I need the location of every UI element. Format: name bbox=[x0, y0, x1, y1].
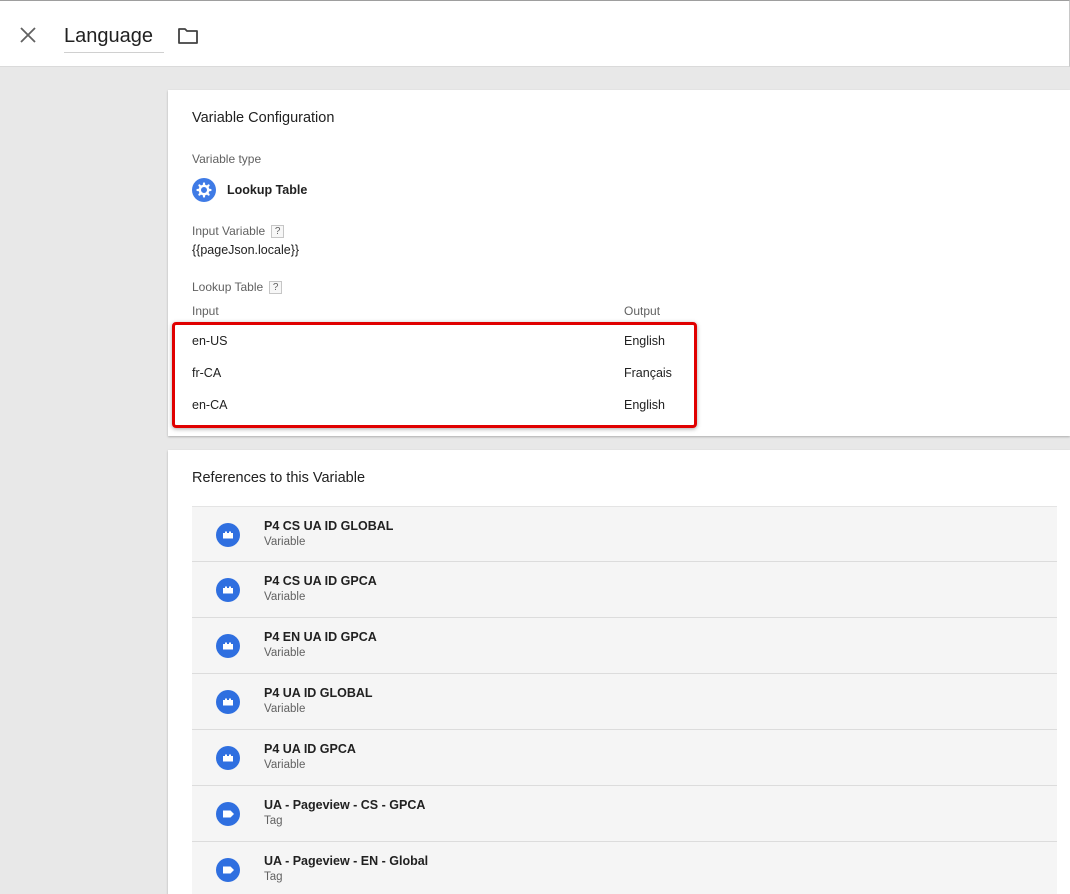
lookup-output: English bbox=[624, 398, 665, 412]
variable-type-label: Variable type bbox=[192, 152, 262, 166]
tag-icon bbox=[216, 858, 240, 882]
input-variable-label: Input Variable? bbox=[192, 224, 285, 238]
list-item[interactable]: P4 CS UA ID GPCA Variable bbox=[192, 562, 1057, 618]
list-item[interactable]: P4 EN UA ID GPCA Variable bbox=[192, 618, 1057, 674]
reference-name: UA - Pageview - CS - GPCA bbox=[264, 798, 426, 812]
column-header-input: Input bbox=[192, 304, 219, 318]
lookup-table-row: en-CA English bbox=[168, 390, 768, 422]
help-icon[interactable]: ? bbox=[269, 281, 283, 294]
variable-type-name: Lookup Table bbox=[227, 183, 308, 197]
lookup-output: English bbox=[624, 334, 665, 348]
reference-type: Tag bbox=[264, 815, 283, 827]
list-item[interactable]: P4 UA ID GLOBAL Variable bbox=[192, 674, 1057, 730]
input-variable-value: {{pageJson.locale}} bbox=[192, 243, 300, 257]
reference-type: Variable bbox=[264, 703, 306, 715]
lookup-table-label-text: Lookup Table bbox=[192, 280, 264, 294]
variable-configuration-card[interactable]: Variable Configuration Variable type Loo… bbox=[168, 90, 1070, 436]
lookup-table-label: Lookup Table? bbox=[192, 280, 283, 294]
reference-name: P4 UA ID GLOBAL bbox=[264, 686, 373, 700]
lookup-input: fr-CA bbox=[192, 366, 222, 380]
folder-button[interactable] bbox=[176, 25, 200, 47]
card-title: Variable Configuration bbox=[192, 110, 335, 126]
lookup-input: en-CA bbox=[192, 398, 228, 412]
list-item[interactable]: UA - Pageview - EN - Global Tag bbox=[192, 842, 1057, 894]
references-list: P4 CS UA ID GLOBAL Variable P4 CS UA ID … bbox=[192, 506, 1057, 894]
reference-name: P4 CS UA ID GPCA bbox=[264, 574, 377, 588]
reference-name: UA - Pageview - EN - Global bbox=[264, 854, 429, 868]
reference-name: P4 CS UA ID GLOBAL bbox=[264, 519, 394, 533]
lookup-input: en-US bbox=[192, 334, 228, 348]
lookup-table-row: fr-CA Français bbox=[168, 358, 768, 390]
list-item[interactable]: P4 CS UA ID GLOBAL Variable bbox=[192, 506, 1057, 562]
reference-type: Variable bbox=[264, 647, 306, 659]
reference-type: Variable bbox=[264, 759, 306, 771]
lookup-output: Français bbox=[624, 366, 672, 380]
close-icon bbox=[20, 27, 36, 43]
reference-type: Tag bbox=[264, 871, 283, 883]
folder-icon bbox=[178, 28, 198, 44]
column-header-output: Output bbox=[624, 304, 661, 318]
reference-type: Variable bbox=[264, 591, 306, 603]
references-card: References to this Variable P4 CS UA ID … bbox=[168, 450, 1070, 894]
variable-icon bbox=[216, 746, 240, 770]
tag-icon bbox=[216, 802, 240, 826]
list-item[interactable]: P4 UA ID GPCA Variable bbox=[192, 730, 1057, 786]
close-button[interactable] bbox=[16, 23, 40, 47]
top-bar: Language bbox=[0, 0, 1070, 67]
gear-icon bbox=[192, 178, 216, 202]
list-item[interactable]: UA - Pageview - CS - GPCA Tag bbox=[192, 786, 1057, 842]
variable-icon bbox=[216, 634, 240, 658]
reference-name: P4 UA ID GPCA bbox=[264, 742, 356, 756]
lookup-table-row: en-US English bbox=[168, 326, 768, 358]
help-icon[interactable]: ? bbox=[271, 225, 285, 238]
reference-type: Variable bbox=[264, 536, 306, 548]
variable-icon bbox=[216, 523, 240, 547]
input-variable-label-text: Input Variable bbox=[192, 224, 266, 238]
page-title: Language bbox=[64, 25, 153, 47]
card-title: References to this Variable bbox=[192, 470, 366, 486]
reference-name: P4 EN UA ID GPCA bbox=[264, 630, 377, 644]
variable-name-field[interactable]: Language bbox=[64, 19, 164, 53]
variable-icon bbox=[216, 578, 240, 602]
variable-icon bbox=[216, 690, 240, 714]
